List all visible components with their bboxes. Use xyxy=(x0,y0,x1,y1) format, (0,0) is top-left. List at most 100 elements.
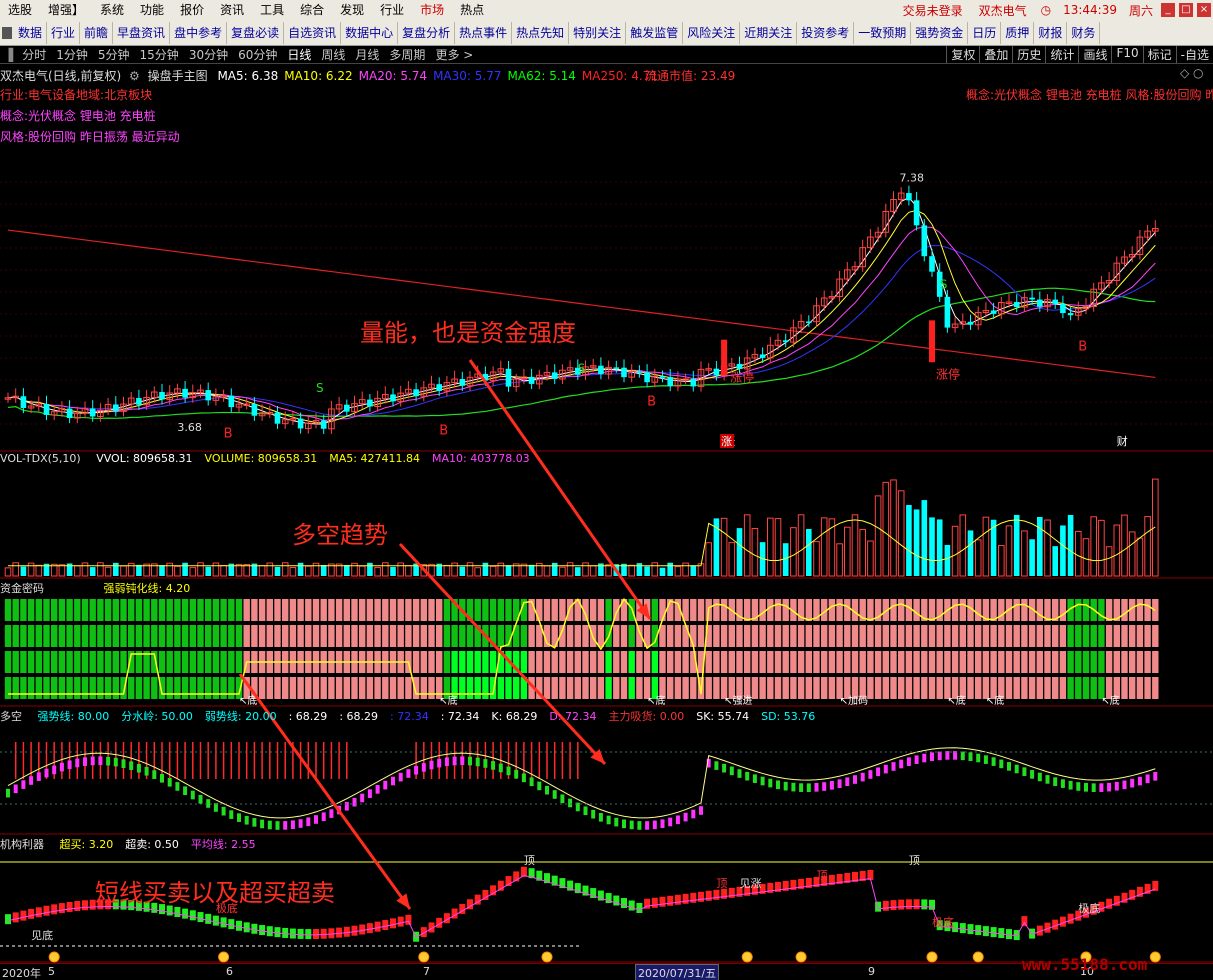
toolbar-button[interactable]: 盘中参考 xyxy=(170,21,228,44)
toolbar-button[interactable]: 自选资讯 xyxy=(284,21,342,44)
toolbar-button[interactable]: 财报 xyxy=(1034,21,1068,44)
toolbar-button[interactable]: 复盘必读 xyxy=(227,21,285,44)
toolbar-button[interactable]: 一致预期 xyxy=(854,21,912,44)
fund-block xyxy=(936,625,943,647)
toolbar-button[interactable]: 早盘资讯 xyxy=(113,21,171,44)
volume-bar xyxy=(543,565,551,577)
period-tab[interactable]: 日线 xyxy=(282,46,316,63)
fund-block xyxy=(759,625,766,647)
fund-block xyxy=(959,625,966,647)
pane-diamond-icon[interactable]: ◇ ○ xyxy=(1180,66,1204,80)
settings-gear-icon[interactable]: ⚙ xyxy=(129,69,140,83)
indicator-name[interactable]: 操盘手主图 xyxy=(148,69,208,83)
fund-block xyxy=(790,625,797,647)
period-tab[interactable]: 60分钟 xyxy=(233,46,282,63)
volume-bar xyxy=(1060,525,1066,576)
jigou-block xyxy=(975,925,982,936)
close-icon[interactable]: × xyxy=(1197,3,1211,17)
chart-tool-button[interactable]: 叠加 xyxy=(979,46,1012,63)
chart-tool-button[interactable]: F10 xyxy=(1111,46,1142,63)
fund-block xyxy=(128,677,135,699)
toolbar-button[interactable]: 风险关注 xyxy=(683,21,741,44)
fund-block xyxy=(774,599,782,621)
menu-item[interactable]: 工具 xyxy=(252,0,292,20)
fund-block xyxy=(166,651,173,673)
toolbar-button[interactable]: 特别关注 xyxy=(569,21,627,44)
menu-item[interactable]: 系统 xyxy=(92,0,132,20)
jigou-block xyxy=(228,919,235,930)
fund-block xyxy=(12,599,19,621)
jigou-block xyxy=(967,924,974,935)
fund-block xyxy=(1152,677,1159,699)
menu-item[interactable]: 市场 xyxy=(412,0,452,20)
fund-block xyxy=(659,651,666,673)
menu-item[interactable]: 资讯 xyxy=(212,0,252,20)
chart-area[interactable]: 7.383.68BBBBSSS涨停涨停涨涨财↖底↖底↖底↖强进↖加码↖底↖底↖底… xyxy=(0,64,1213,963)
menu-item[interactable]: 选股 xyxy=(0,0,40,20)
period-tab[interactable]: 分时 xyxy=(17,46,51,63)
toolbar-button[interactable]: 数据中心 xyxy=(341,21,399,44)
menu-item[interactable]: 综合 xyxy=(292,0,332,20)
toolbar-button[interactable]: 前瞻 xyxy=(80,21,114,44)
toolbar-button[interactable]: 热点事件 xyxy=(455,21,513,44)
fund-block xyxy=(497,677,504,699)
period-tab[interactable]: 周线 xyxy=(316,46,350,63)
toolbar-button[interactable]: 行业 xyxy=(47,21,81,44)
menu-item[interactable]: 报价 xyxy=(172,0,212,20)
fund-block xyxy=(274,677,281,699)
jigou-block xyxy=(682,893,689,904)
menu-item[interactable]: 增强】 xyxy=(40,0,92,20)
toolbar-button[interactable]: 财务 xyxy=(1067,21,1101,44)
menu-item[interactable]: 发现 xyxy=(332,0,372,20)
toolbar-button[interactable]: 质押 xyxy=(1001,21,1035,44)
fund-block xyxy=(1044,651,1051,673)
fund-block xyxy=(898,677,905,699)
jigou-block xyxy=(690,892,697,903)
chart-tool-button[interactable]: 复权 xyxy=(946,46,979,63)
candle-body xyxy=(136,398,142,405)
period-tab[interactable]: 1分钟 xyxy=(51,46,93,63)
period-tab[interactable]: 多周期 xyxy=(384,46,430,63)
period-tab[interactable]: 5分钟 xyxy=(93,46,135,63)
chart-tool-button[interactable]: 历史 xyxy=(1012,46,1045,63)
jigou-block xyxy=(259,925,266,936)
menu-item[interactable]: 热点 xyxy=(452,0,492,20)
fund-block xyxy=(851,625,859,647)
jigou-name[interactable]: 机构利器 xyxy=(0,838,44,851)
fund-mark: ↖底 xyxy=(986,694,1004,707)
fund-block xyxy=(282,625,289,647)
period-tab[interactable]: 30分钟 xyxy=(184,46,233,63)
toolbar-button[interactable]: 数据 xyxy=(14,21,48,44)
duokong-name[interactable]: 多空 xyxy=(0,710,22,723)
chart-tool-button[interactable]: 统计 xyxy=(1045,46,1078,63)
chart-tool-button[interactable]: -自选 xyxy=(1175,46,1213,63)
maximize-icon[interactable]: □ xyxy=(1179,3,1193,17)
chart-tool-button[interactable]: 标记 xyxy=(1142,46,1176,63)
fund-mark: ↖加码 xyxy=(840,695,868,707)
menu-item[interactable]: 功能 xyxy=(132,0,172,20)
fund-block xyxy=(643,651,651,673)
vol-name[interactable]: VOL-TDX(5,10) xyxy=(0,452,81,465)
candle-body xyxy=(913,200,920,226)
period-tab[interactable]: 更多 > xyxy=(430,46,478,63)
period-tab[interactable]: 月线 xyxy=(350,46,384,63)
toolbar-button[interactable]: 触发监管 xyxy=(626,21,684,44)
toolbar-button[interactable]: 强势资金 xyxy=(911,21,969,44)
toolbar-button[interactable]: 日历 xyxy=(968,21,1002,44)
period-tab[interactable]: 15分钟 xyxy=(135,46,184,63)
volume-bar xyxy=(944,544,951,576)
fund-block xyxy=(305,677,312,699)
minimize-icon[interactable]: _ xyxy=(1161,3,1175,17)
toolbar-button[interactable]: 投资参考 xyxy=(797,21,855,44)
fund-name[interactable]: 资金密码 xyxy=(0,582,44,595)
volume-bar xyxy=(851,514,859,577)
toolbar-button[interactable]: 近期关注 xyxy=(740,21,798,44)
volume-bar xyxy=(281,562,289,577)
fund-block xyxy=(89,651,96,673)
toolbar-items: 数据 行业 前瞻 早盘资讯 盘中参考 复盘必读 自选资讯 数据中心 复盘分析 热点事件 热点先知 特别… xyxy=(14,21,1101,44)
chart-tool-button[interactable]: 画线 xyxy=(1078,46,1111,63)
login-status[interactable]: 交易未登录 xyxy=(895,2,971,19)
toolbar-button[interactable]: 复盘分析 xyxy=(398,21,456,44)
toolbar-button[interactable]: 热点先知 xyxy=(512,21,570,44)
menu-item[interactable]: 行业 xyxy=(372,0,412,20)
